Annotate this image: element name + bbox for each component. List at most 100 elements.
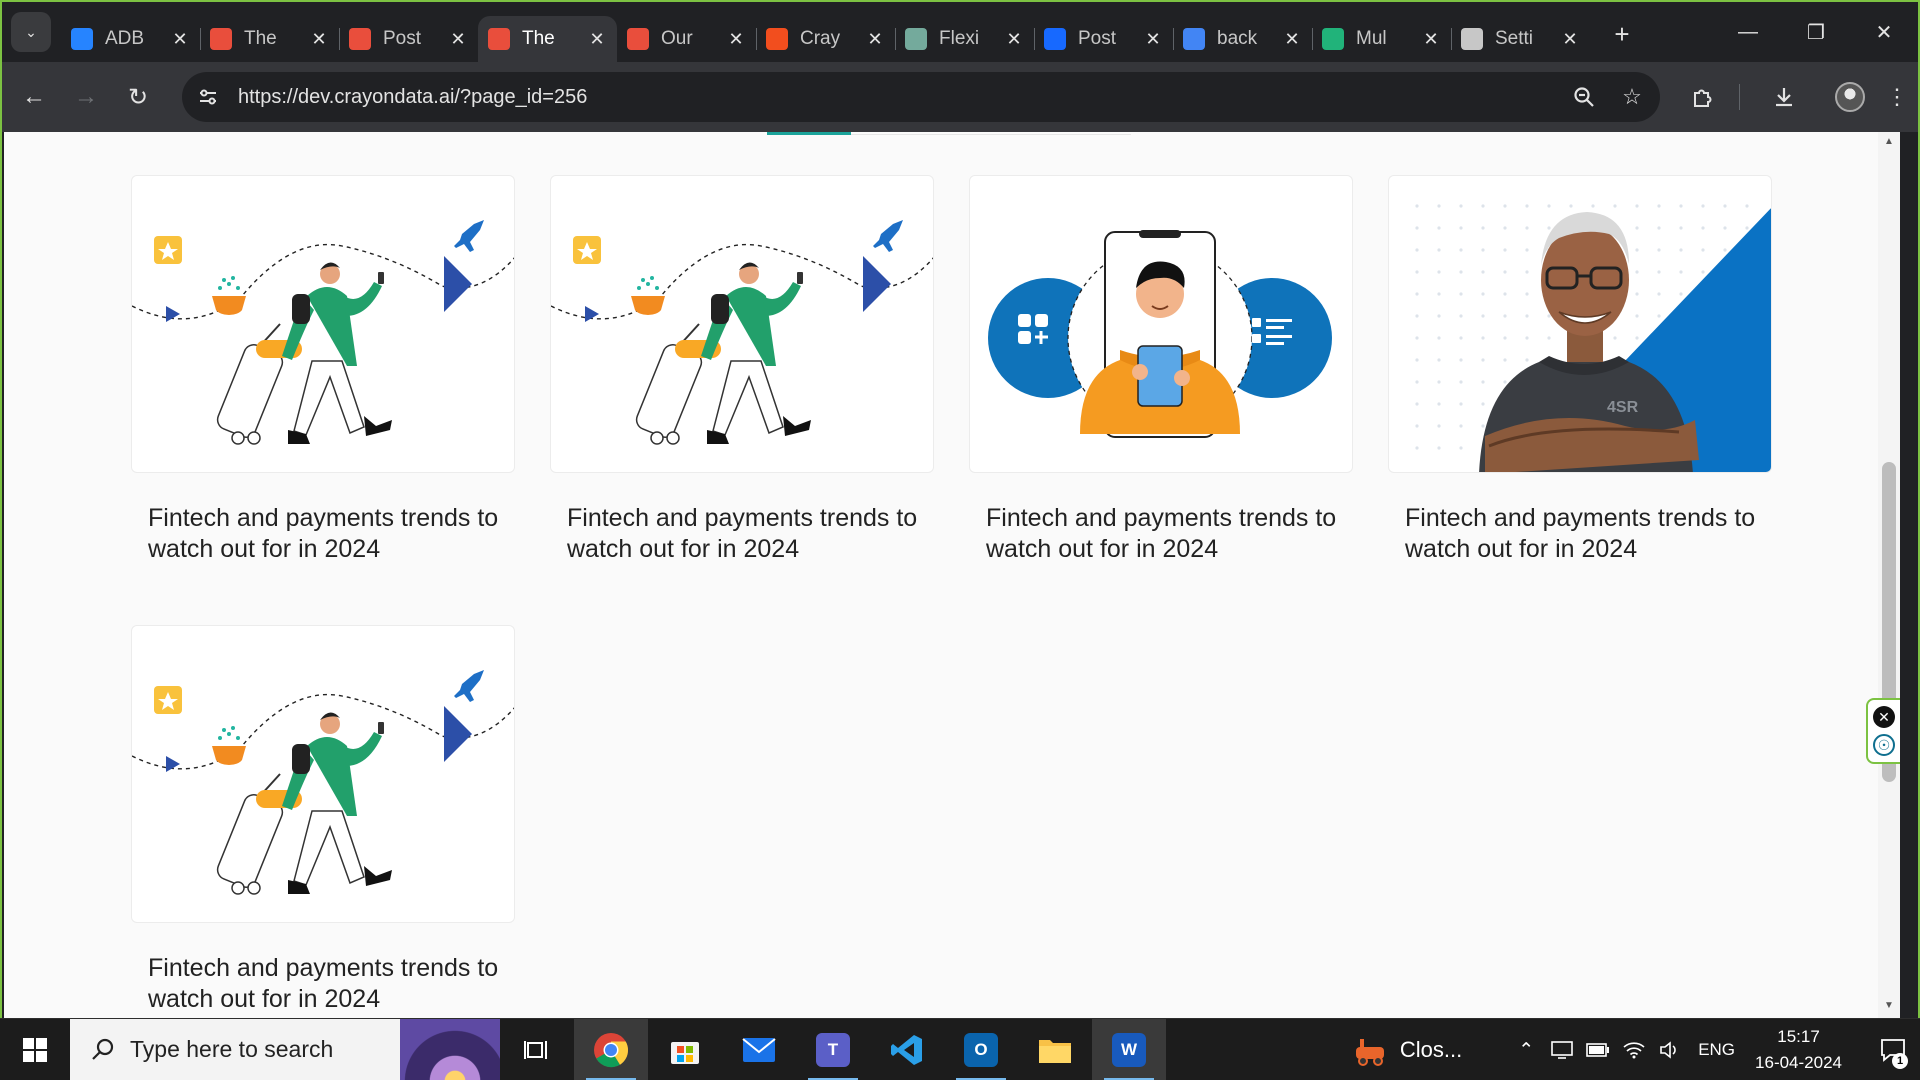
- mail-taskbar-button[interactable]: [722, 1019, 796, 1080]
- tab-title: ADB: [105, 28, 145, 49]
- extensions-button[interactable]: [1681, 77, 1725, 117]
- arrow-right-icon: →: [74, 83, 98, 110]
- tab-close-icon[interactable]: ✕: [1004, 29, 1024, 49]
- blog-card-image[interactable]: [131, 625, 515, 923]
- widget-translate-button[interactable]: ☉: [1873, 734, 1895, 756]
- scroll-up-arrow-icon[interactable]: ▲: [1878, 136, 1900, 152]
- url-text[interactable]: https://dev.crayondata.ai/?page_id=256: [238, 86, 1564, 109]
- explorer-taskbar-button[interactable]: [1018, 1019, 1092, 1080]
- browser-tab[interactable]: Our ✕: [617, 16, 756, 62]
- forward-button[interactable]: →: [66, 77, 106, 117]
- battery-icon[interactable]: [1580, 1043, 1616, 1057]
- blog-card-title[interactable]: Fintech and payments trends to watch out…: [131, 503, 515, 565]
- tab-close-icon[interactable]: ✕: [1143, 29, 1163, 49]
- browser-tab[interactable]: The ✕: [478, 16, 617, 62]
- store-taskbar-button[interactable]: [648, 1019, 722, 1080]
- back-button[interactable]: ←: [14, 77, 54, 117]
- toolbar-separator: [1739, 84, 1740, 110]
- toolbar-actions: ⋮: [1659, 77, 1912, 117]
- start-button[interactable]: [0, 1019, 70, 1080]
- vscode-icon: [891, 1034, 922, 1065]
- language-indicator[interactable]: ENG: [1698, 1040, 1735, 1060]
- browser-tab[interactable]: Post ✕: [339, 16, 478, 62]
- browser-tab[interactable]: back ✕: [1173, 16, 1312, 62]
- wifi-icon[interactable]: [1616, 1041, 1652, 1059]
- site-info-button[interactable]: [190, 79, 226, 115]
- blog-card[interactable]: Fintech and payments trends to watch out…: [131, 625, 515, 1015]
- tab-close-icon[interactable]: ✕: [170, 29, 190, 49]
- new-tab-button[interactable]: +: [1604, 16, 1640, 52]
- volume-icon[interactable]: [1652, 1041, 1688, 1059]
- tab-close-icon[interactable]: ✕: [587, 29, 607, 49]
- teams-taskbar-button[interactable]: T: [796, 1019, 870, 1080]
- blog-card[interactable]: Fintech and payments trends to watch out…: [131, 175, 515, 565]
- figma-icon: [766, 28, 788, 50]
- page-scrollbar[interactable]: ▲ ▼: [1878, 132, 1900, 1020]
- search-icon: [92, 1038, 114, 1060]
- tab-title: Our: [661, 28, 693, 49]
- tab-close-icon[interactable]: ✕: [726, 29, 746, 49]
- tab-title: The: [244, 28, 277, 49]
- taskbar-search[interactable]: Type here to search: [70, 1018, 500, 1080]
- blog-card-image[interactable]: 4SR: [1388, 175, 1772, 473]
- floating-widget: ✕ ☉: [1866, 698, 1900, 764]
- minimize-button[interactable]: —: [1714, 2, 1782, 62]
- bookmark-button[interactable]: ☆: [1612, 77, 1652, 117]
- avatar: [1835, 82, 1865, 112]
- address-bar[interactable]: https://dev.crayondata.ai/?page_id=256 ☆: [182, 72, 1660, 122]
- blog-card-title[interactable]: Fintech and payments trends to watch out…: [131, 953, 515, 1015]
- tab-close-icon[interactable]: ✕: [865, 29, 885, 49]
- scroll-down-arrow-icon[interactable]: ▼: [1878, 1000, 1900, 1016]
- browser-tab[interactable]: Post ✕: [1034, 16, 1173, 62]
- tab-close-icon[interactable]: ✕: [1421, 29, 1441, 49]
- puzzle-icon: [1694, 89, 1712, 107]
- outlook-taskbar-button[interactable]: O: [944, 1019, 1018, 1080]
- clock[interactable]: 15:17 16-04-2024: [1755, 1024, 1842, 1076]
- restore-button[interactable]: ❐: [1782, 2, 1850, 62]
- tab-search-button[interactable]: ⌄: [11, 12, 51, 52]
- widget-close-button[interactable]: ✕: [1873, 706, 1895, 728]
- task-view-button[interactable]: [500, 1019, 574, 1080]
- browser-tab[interactable]: Mul ✕: [1312, 16, 1451, 62]
- window-controls: — ❐ ✕: [1714, 2, 1918, 62]
- blog-card-title[interactable]: Fintech and payments trends to watch out…: [1388, 503, 1772, 565]
- browser-tab[interactable]: Flexi ✕: [895, 16, 1034, 62]
- leaf-icon: [1322, 28, 1344, 50]
- browser-tab[interactable]: The ✕: [200, 16, 339, 62]
- notification-center-button[interactable]: 1: [1866, 1019, 1920, 1080]
- weather-widget[interactable]: Clos...: [1352, 1033, 1462, 1067]
- zoom-button[interactable]: [1564, 77, 1604, 117]
- browser-tab[interactable]: Cray ✕: [756, 16, 895, 62]
- windows-logo-icon: [23, 1037, 47, 1062]
- google-icon: [1183, 28, 1205, 50]
- blog-card-image[interactable]: [550, 175, 934, 473]
- browser-tab[interactable]: Setti ✕: [1451, 16, 1590, 62]
- profile-button[interactable]: [1828, 77, 1872, 117]
- reload-button[interactable]: ↻: [118, 77, 158, 117]
- downloads-button[interactable]: [1762, 77, 1806, 117]
- chevron-down-icon: ⌄: [25, 23, 37, 40]
- browser-tab[interactable]: ADB ✕: [61, 16, 200, 62]
- close-window-button[interactable]: ✕: [1850, 2, 1918, 62]
- show-hidden-icons-button[interactable]: ⌃: [1508, 1039, 1544, 1062]
- tab-close-icon[interactable]: ✕: [309, 29, 329, 49]
- close-icon: ✕: [1878, 708, 1890, 725]
- blog-card[interactable]: Fintech and payments trends to watch out…: [550, 175, 934, 565]
- blog-card-image[interactable]: [131, 175, 515, 473]
- tab-close-icon[interactable]: ✕: [448, 29, 468, 49]
- vscode-taskbar-button[interactable]: [870, 1019, 944, 1080]
- arrow-left-icon: ←: [22, 83, 46, 110]
- tab-close-icon[interactable]: ✕: [1282, 29, 1302, 49]
- menu-button[interactable]: ⋮: [1882, 77, 1912, 117]
- blog-card[interactable]: 4SR Fintech and payments trends to watch…: [1388, 175, 1772, 565]
- blog-card[interactable]: Fintech and payments trends to watch out…: [969, 175, 1353, 565]
- meet-now-icon[interactable]: [1544, 1040, 1580, 1060]
- zoom-icon: [1574, 87, 1594, 107]
- blog-card-title[interactable]: Fintech and payments trends to watch out…: [969, 503, 1353, 565]
- chrome-icon: [594, 1032, 629, 1067]
- blog-card-image[interactable]: [969, 175, 1353, 473]
- chrome-taskbar-button[interactable]: [574, 1018, 648, 1080]
- word-taskbar-button[interactable]: W: [1092, 1018, 1166, 1080]
- tab-close-icon[interactable]: ✕: [1560, 29, 1580, 49]
- blog-card-title[interactable]: Fintech and payments trends to watch out…: [550, 503, 934, 565]
